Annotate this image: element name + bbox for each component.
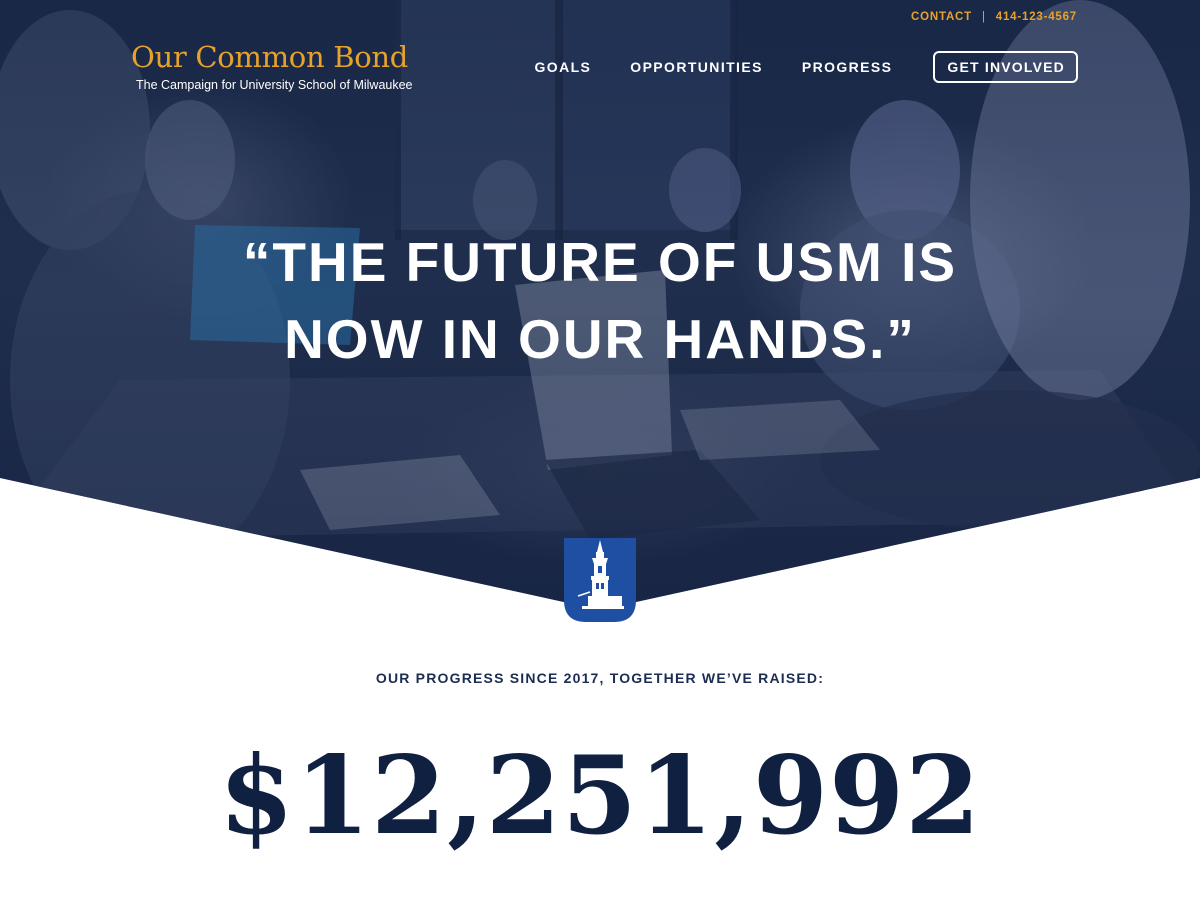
nav-item-opportunities[interactable]: OPPORTUNITIES [630, 59, 763, 75]
contact-link[interactable]: CONTACT [911, 11, 972, 23]
usm-tower-crest-icon [564, 538, 636, 622]
hero-headline-line-2: NOW IN OUR HANDS.” [284, 308, 916, 370]
phone-link[interactable]: 414-123-4567 [996, 11, 1077, 23]
utility-bar: CONTACT | 414-123-4567 [911, 11, 1077, 23]
main-nav: GOALS OPPORTUNITIES PROGRESS GET INVOLVE… [496, 51, 1078, 83]
hero-headline: “THE FUTURE OF USM IS NOW IN OUR HANDS.” [0, 224, 1200, 378]
amount-raised: $12,251,992 [218, 733, 982, 859]
brand-title: Our Common Bond [131, 40, 409, 74]
get-involved-button[interactable]: GET INVOLVED [933, 51, 1078, 83]
progress-label: OUR PROGRESS SINCE 2017, TOGETHER WE’VE … [375, 670, 825, 686]
brand-subtitle: The Campaign for University School of Mi… [136, 78, 413, 92]
nav-item-progress[interactable]: PROGRESS [802, 59, 893, 75]
nav-item-goals[interactable]: GOALS [535, 59, 592, 75]
utility-divider: | [981, 11, 986, 23]
brand-logo-link[interactable]: Our Common Bond The Campaign for Univers… [131, 40, 413, 93]
hero-headline-line-1: “THE FUTURE OF USM IS [242, 231, 958, 293]
